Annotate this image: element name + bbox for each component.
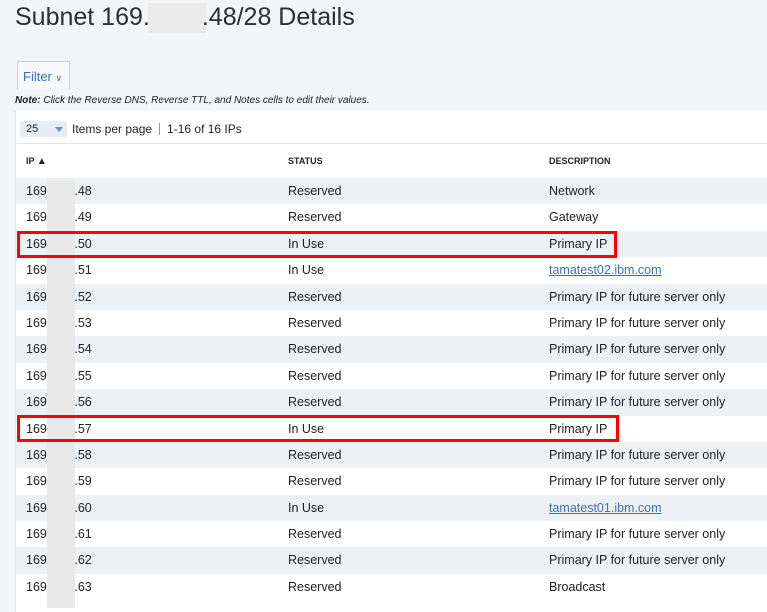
pagination: 25 Items per page 1-16 of 16 IPs	[20, 121, 242, 137]
page-range: 1-16 of 16 IPs	[167, 122, 242, 136]
ip-suffix: .60	[74, 500, 92, 515]
status-cell: Reserved	[288, 579, 342, 594]
items-per-page-select[interactable]: 25	[20, 121, 67, 137]
filter-button[interactable]: Filter ∨	[17, 61, 70, 89]
column-header-description[interactable]: DESCRIPTION	[549, 156, 611, 166]
per-page-value: 25	[26, 123, 39, 135]
title-prefix: Subnet 169.	[15, 3, 150, 31]
ip-suffix: .59	[74, 474, 92, 489]
table-header: IP ▲ STATUS DESCRIPTION	[16, 143, 767, 179]
redacted-block	[147, 3, 206, 34]
note-label: Note:	[15, 95, 41, 106]
ip-table-panel: 25 Items per page 1-16 of 16 IPs IP ▲ ST…	[15, 111, 767, 612]
ip-suffix: .52	[74, 289, 92, 304]
ip-header-label: IP	[26, 156, 35, 166]
table-row[interactable]: 169. .56 Reserved Primary IP for future ser…	[16, 389, 767, 416]
description-cell: Primary IP for future server only	[549, 289, 726, 304]
status-cell: Reserved	[288, 342, 342, 357]
ip-suffix: .54	[74, 342, 92, 357]
title-suffix: .48/28 Details	[201, 3, 355, 31]
status-cell: Reserved	[288, 368, 342, 383]
ip-suffix: .51	[74, 263, 92, 278]
ip-suffix: .56	[74, 395, 92, 410]
note-text: Click the Reverse DNS, Reverse TTL, and …	[40, 95, 370, 106]
ip-suffix: .55	[74, 368, 92, 383]
ip-suffix: .58	[74, 447, 92, 462]
status-cell: Reserved	[288, 527, 342, 542]
per-page-label: Items per page	[72, 122, 153, 136]
ip-suffix: .63	[74, 579, 92, 594]
status-cell: In Use	[288, 500, 325, 515]
sort-ascending-icon: ▲	[36, 156, 47, 167]
description-cell: Primary IP for future server only	[549, 368, 726, 383]
table-row[interactable]: 169. .54 Reserved Primary IP for future ser…	[16, 336, 767, 363]
ip-suffix: .53	[74, 315, 92, 330]
description-cell: Primary IP for future server only	[549, 553, 726, 568]
table-row[interactable]: 169. .59 Reserved Primary IP for future ser…	[16, 468, 767, 494]
filter-label: Filter	[23, 69, 52, 84]
status-cell: Reserved	[288, 447, 342, 462]
table-row[interactable]: 169. .61 Reserved Primary IP for future ser…	[16, 521, 767, 547]
status-cell: Reserved	[288, 315, 342, 330]
column-header-status[interactable]: STATUS	[288, 156, 323, 166]
table-row[interactable]: 169. .62 Reserved Primary IP for future ser…	[16, 547, 767, 574]
highlight-box	[17, 415, 619, 442]
table-row[interactable]: 169. .51 In Use tamatest02.ibm.com	[16, 257, 767, 283]
status-cell: Reserved	[288, 395, 342, 410]
ip-suffix: .48	[74, 184, 92, 198]
status-cell: Reserved	[288, 289, 342, 304]
description-cell: Primary IP for future server only	[549, 527, 726, 542]
table-row[interactable]: 169. .58 Reserved Primary IP for future ser…	[16, 441, 767, 469]
table-row[interactable]: 169. .49 Reserved Gateway	[16, 204, 767, 230]
table-row[interactable]: 169. .52 Reserved Primary IP for future ser…	[16, 283, 767, 310]
description-cell: Broadcast	[549, 579, 606, 594]
status-cell: Reserved	[288, 553, 342, 568]
description-cell: Primary IP for future server only	[549, 315, 726, 330]
description-cell: Primary IP for future server only	[549, 447, 726, 462]
table-row[interactable]: 169. .63 Reserved Broadcast	[16, 574, 767, 600]
description-cell: Primary IP for future server only	[549, 474, 726, 489]
ip-suffix: .49	[74, 210, 92, 225]
table-row[interactable]: 169. .48 Reserved Network	[16, 178, 767, 205]
table-row[interactable]: 169. .53 Reserved Primary IP for future ser…	[16, 310, 767, 336]
table-row[interactable]: 169. .55 Reserved Primary IP for future ser…	[16, 363, 767, 389]
page-title: Subnet 169. .48/28 Details	[15, 3, 355, 34]
column-header-ip[interactable]: IP ▲	[26, 156, 47, 167]
description-link[interactable]: tamatest02.ibm.com	[549, 257, 662, 283]
chevron-down-icon: ∨	[55, 73, 63, 83]
status-cell: Reserved	[288, 184, 342, 198]
caret-down-icon	[55, 127, 63, 132]
table-row[interactable]: 169. .60 In Use tamatest01.ibm.com	[16, 494, 767, 522]
divider	[159, 123, 161, 135]
ip-suffix: .62	[74, 553, 92, 568]
description-cell: Network	[549, 184, 595, 198]
status-cell: Reserved	[288, 474, 342, 489]
status-cell: In Use	[288, 263, 325, 278]
edit-note: Note: Click the Reverse DNS, Reverse TTL…	[15, 95, 370, 106]
description-cell: Primary IP for future server only	[549, 342, 726, 357]
description-cell: Gateway	[549, 210, 599, 225]
highlight-box	[17, 231, 617, 258]
description-link[interactable]: tamatest01.ibm.com	[549, 495, 662, 521]
ip-suffix: .61	[74, 527, 92, 542]
description-cell: Primary IP for future server only	[549, 395, 726, 410]
status-cell: Reserved	[288, 210, 342, 225]
